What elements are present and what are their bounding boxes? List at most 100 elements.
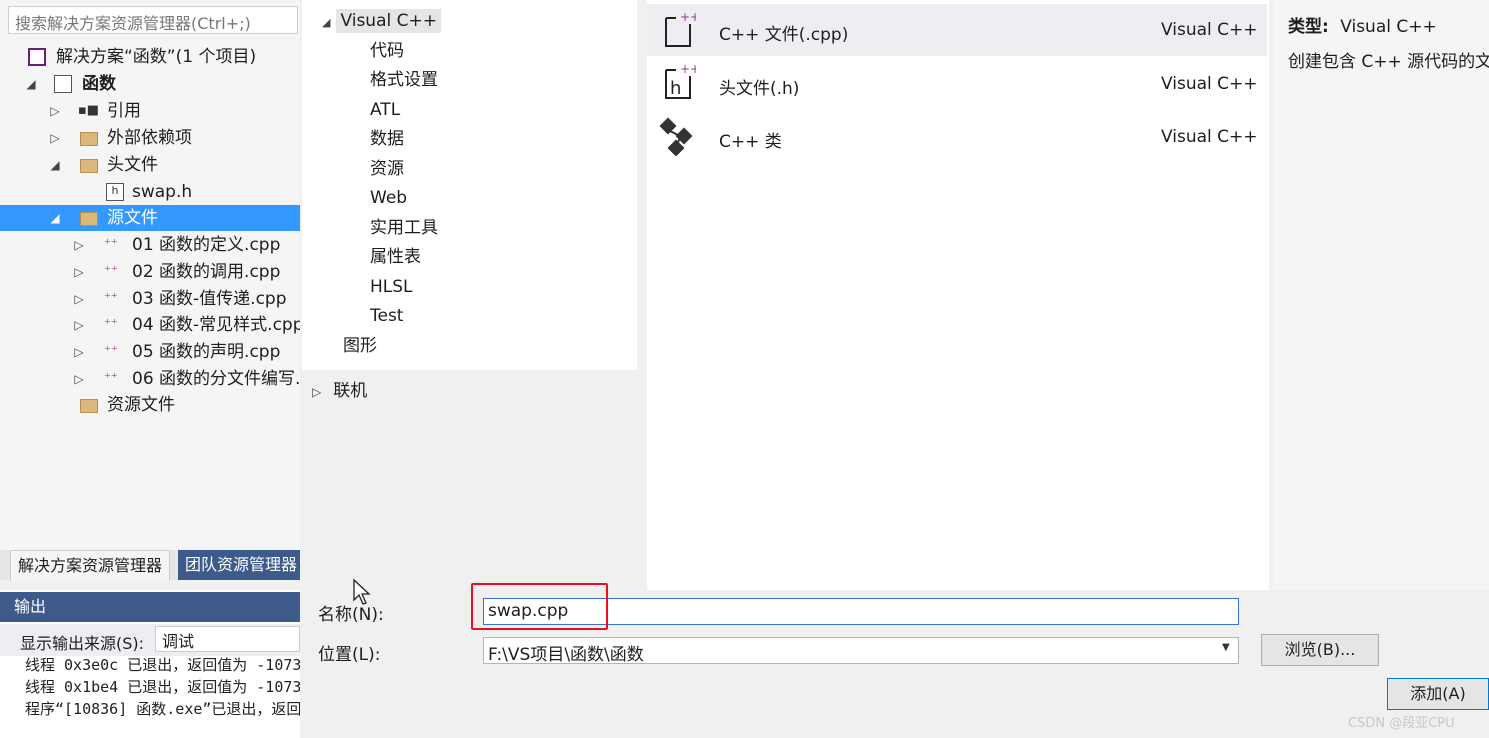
category-formatting[interactable]: 格式设置 xyxy=(370,66,438,94)
project-icon xyxy=(54,75,72,93)
tree-item-external-deps[interactable]: ▷ 外部依赖项 xyxy=(0,125,300,151)
header-file-icon: h xyxy=(106,183,124,201)
category-resource[interactable]: 资源 xyxy=(370,155,404,183)
category-property-sheet[interactable]: 属性表 xyxy=(370,243,421,271)
category-label: Visual C++ xyxy=(336,9,441,33)
tree-item-label: 解决方案“函数”(1 个项目) xyxy=(56,47,257,67)
folder-icon xyxy=(80,399,98,413)
category-atl[interactable]: ATL xyxy=(370,96,400,124)
collapse-arrow-icon[interactable]: ▷ xyxy=(72,232,86,258)
tree-item-label: 01 函数的定义.cpp xyxy=(132,235,281,255)
template-name[interactable]: C++ 文件(.cpp) xyxy=(719,20,848,45)
template-name[interactable]: 头文件(.h) xyxy=(719,74,799,99)
chevron-down-icon[interactable]: ▼ xyxy=(1222,642,1230,653)
collapse-arrow-icon[interactable]: ▷ xyxy=(312,385,321,399)
watermark: CSDN @段亚CPU xyxy=(1348,716,1455,731)
cpp-file-icon: ⁺⁺ xyxy=(104,344,118,359)
tree-item-cpp-file[interactable]: ▷ ⁺⁺ 06 函数的分文件编写.cpp xyxy=(0,366,331,392)
solution-icon xyxy=(28,48,46,66)
output-source-select[interactable]: 调试 xyxy=(155,626,300,652)
output-title: 输出 xyxy=(0,592,300,622)
tree-item-cpp-file[interactable]: ▷ ⁺⁺ 04 函数-常见样式.cpp xyxy=(0,312,303,338)
template-type: Visual C++ xyxy=(1161,127,1258,147)
expand-arrow-icon[interactable]: ◢ xyxy=(48,205,62,231)
tab-solution-explorer[interactable]: 解决方案资源管理器 xyxy=(10,550,171,581)
template-name[interactable]: C++ 类 xyxy=(719,127,782,152)
template-info-panel xyxy=(1273,0,1489,590)
tree-item-label: 05 函数的声明.cpp xyxy=(132,342,281,362)
tree-item-label: 外部依赖项 xyxy=(107,128,192,148)
tree-item-label: 04 函数-常见样式.cpp xyxy=(132,315,304,335)
tree-item-label: 引用 xyxy=(107,101,141,121)
category-data[interactable]: 数据 xyxy=(370,125,404,153)
cpp-file-icon: ⁺⁺ xyxy=(104,291,118,306)
svg-text:h: h xyxy=(670,78,681,99)
collapse-arrow-icon[interactable]: ▷ xyxy=(72,366,86,392)
solution-explorer-tabs: 解决方案资源管理器 团队资源管理器 xyxy=(0,550,305,581)
output-line: 线程 0x3e0c 已退出，返回值为 -1073741510 xyxy=(25,656,300,674)
cpp-file-icon: ⁺⁺ xyxy=(104,264,118,279)
collapse-arrow-icon[interactable]: ▷ xyxy=(48,125,62,151)
template-type: Visual C++ xyxy=(1161,74,1258,94)
category-graphics[interactable]: 图形 xyxy=(343,332,377,360)
browse-button[interactable]: 浏览(B)... xyxy=(1261,634,1379,666)
category-tree xyxy=(302,0,637,370)
cpp-file-icon: ⁺⁺ xyxy=(104,371,118,386)
template-type: Visual C++ xyxy=(1161,20,1258,40)
annotation-highlight-box xyxy=(471,583,608,630)
location-label: 位置(L): xyxy=(318,645,381,665)
solution-explorer-search-input[interactable]: 搜索解决方案资源管理器(Ctrl+;) xyxy=(8,6,298,34)
tree-item-references[interactable]: ▷ ▪■ 引用 xyxy=(0,98,300,124)
info-type-label: 类型: xyxy=(1288,17,1329,37)
cpp-file-icon: ⁺⁺ xyxy=(104,237,118,252)
header-file-template-icon: h ++ xyxy=(662,62,700,102)
info-type: 类型: Visual C++ xyxy=(1288,12,1437,37)
mouse-cursor-icon xyxy=(352,578,372,611)
output-line: 线程 0x1be4 已退出，返回值为 -1073741510 xyxy=(25,678,300,696)
category-web[interactable]: Web xyxy=(370,184,407,212)
references-icon: ▪■ xyxy=(78,103,100,118)
expand-arrow-icon[interactable]: ◢ xyxy=(48,152,62,178)
tree-item-resource-files[interactable]: 资源文件 xyxy=(0,392,300,418)
tree-item-source-files[interactable]: ◢ 源文件 xyxy=(0,205,300,231)
tree-item-label: 02 函数的调用.cpp xyxy=(132,262,281,282)
svg-text:++: ++ xyxy=(680,62,696,76)
category-code[interactable]: 代码 xyxy=(370,37,404,65)
tree-item-cpp-file[interactable]: ▷ ⁺⁺ 05 函数的声明.cpp xyxy=(0,339,300,365)
collapse-arrow-icon[interactable]: ▷ xyxy=(48,98,62,124)
tree-item-project[interactable]: ◢ 函数 xyxy=(0,71,300,97)
category-utility[interactable]: 实用工具 xyxy=(370,214,438,242)
output-source-label: 显示输出来源(S): xyxy=(20,634,145,653)
tree-item-cpp-file[interactable]: ▷ ⁺⁺ 02 函数的调用.cpp xyxy=(0,259,300,285)
expand-arrow-icon[interactable]: ◢ xyxy=(24,71,38,97)
collapse-arrow-icon[interactable]: ▷ xyxy=(72,259,86,285)
svg-text:++: ++ xyxy=(680,10,696,24)
expand-arrow-icon[interactable]: ◢ xyxy=(322,16,330,29)
tab-team-explorer[interactable]: 团队资源管理器 xyxy=(178,550,305,580)
category-hlsl[interactable]: HLSL xyxy=(370,273,413,301)
cpp-file-template-icon: ++ xyxy=(662,10,700,50)
tree-item-label: 头文件 xyxy=(107,155,158,175)
category-visual-cpp[interactable]: ◢ Visual C++ xyxy=(322,7,441,35)
collapse-arrow-icon[interactable]: ▷ xyxy=(72,312,86,338)
tree-item-swap-h[interactable]: h swap.h xyxy=(0,179,300,205)
folder-icon xyxy=(80,212,98,226)
tree-item-cpp-file[interactable]: ▷ ⁺⁺ 01 函数的定义.cpp xyxy=(0,232,300,258)
tree-item-label: 资源文件 xyxy=(107,395,175,415)
collapse-arrow-icon[interactable]: ▷ xyxy=(72,286,86,312)
tree-item-label: 03 函数-值传递.cpp xyxy=(132,289,287,309)
category-test[interactable]: Test xyxy=(370,302,403,330)
location-input[interactable]: F:\VS项目\函数\函数 xyxy=(483,637,1239,665)
folder-icon xyxy=(80,159,98,173)
output-line: 程序“[10836] 函数.exe”已退出，返回值为 xyxy=(25,700,300,718)
info-description: 创建包含 C++ 源代码的文件 xyxy=(1288,52,1489,72)
tree-item-solution[interactable]: 解决方案“函数”(1 个项目) xyxy=(0,44,300,70)
external-deps-icon xyxy=(80,132,98,146)
tree-item-header-files[interactable]: ◢ 头文件 xyxy=(0,152,300,178)
category-online[interactable]: ▷ 联机 xyxy=(312,377,367,405)
category-label: 联机 xyxy=(333,381,368,401)
tree-item-label: swap.h xyxy=(132,182,193,202)
add-button[interactable]: 添加(A) xyxy=(1387,678,1489,710)
collapse-arrow-icon[interactable]: ▷ xyxy=(72,339,86,365)
tree-item-cpp-file[interactable]: ▷ ⁺⁺ 03 函数-值传递.cpp xyxy=(0,286,300,312)
